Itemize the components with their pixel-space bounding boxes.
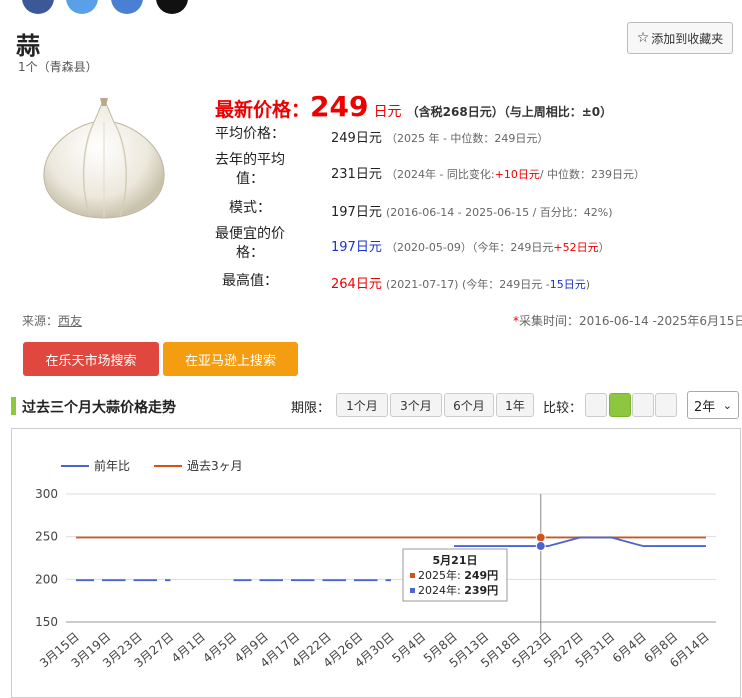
avg-note: （2025 年 - 中位数：249日元） xyxy=(385,132,549,145)
latest-price-tax: （含税268日元） xyxy=(406,105,504,119)
x-tick-label: 4月1日 xyxy=(169,630,208,666)
x-icon[interactable] xyxy=(156,0,188,14)
compare-option-1[interactable] xyxy=(585,393,607,417)
mode-label: 模式： xyxy=(229,200,271,216)
tooltip-date: 5月21日 xyxy=(433,554,478,567)
period-1y-button[interactable]: 1年 xyxy=(496,393,534,417)
avg-value: 249日元 （2025 年 - 中位数：249日元） xyxy=(331,127,548,146)
star-icon: ☆ xyxy=(636,30,650,46)
latest-price-label: 最新价格： xyxy=(215,99,311,121)
min-value-text: 197日元 xyxy=(331,240,382,255)
latest-price: 最新价格：249 日元 （含税268日元）（与上周相比：±0） xyxy=(215,90,612,123)
last-year-label: 去年的平均值： xyxy=(215,152,285,187)
mode-value-text: 197日元 xyxy=(331,205,382,220)
x-tick-label: 4月5日 xyxy=(200,630,239,666)
min-delta: +52日元 xyxy=(553,241,599,254)
x-tick-label: 6月4日 xyxy=(610,630,649,666)
y-tick-label: 200 xyxy=(35,572,58,586)
tooltip-swatch-2024 xyxy=(410,588,415,593)
avg-label: 平均价格： xyxy=(215,126,285,142)
last-year-note-a: （2024年 - 同比变化: xyxy=(385,168,495,181)
max-note-b: ) xyxy=(585,278,591,291)
last-year-note-b: / 中位数：239日元） xyxy=(539,168,646,181)
hover-point-2024 xyxy=(535,541,546,552)
rakuten-search-button[interactable]: 在乐天市场搜索 xyxy=(23,342,159,376)
amazon-search-button[interactable]: 在亚马逊上搜索 xyxy=(163,342,298,376)
series-segment-prev-year xyxy=(548,536,581,547)
y-tick-label: 300 xyxy=(35,487,58,501)
y-tick-label: 250 xyxy=(35,530,58,544)
avg-value-text: 249日元 xyxy=(331,131,382,146)
hover-point-2025 xyxy=(535,532,546,543)
latest-price-week: （与上周相比：±0） xyxy=(503,105,613,119)
tooltip-value-2025: 249円 xyxy=(464,569,498,582)
y-tick-label: 150 xyxy=(35,615,58,629)
tooltip-line-2024: 2024年: 239円 xyxy=(418,583,498,597)
tooltip-value-2024: 239円 xyxy=(464,584,498,597)
x-tick-label: 5月4日 xyxy=(389,630,428,666)
year-select[interactable]: 2年 ⌄ xyxy=(687,391,739,419)
add-favorite-button[interactable]: ☆ 添加到收藏夹 xyxy=(627,22,733,54)
min-label: 最便宜的价格： xyxy=(215,226,285,261)
last-year-change: +10日元 xyxy=(494,168,540,181)
source: 来源：西友 xyxy=(22,312,82,329)
legend-label: 前年比 xyxy=(94,458,130,473)
min-note-a: （2020-05-09）（今年：249日元 xyxy=(385,241,554,254)
source-link[interactable]: 西友 xyxy=(58,314,82,328)
compare-option-4[interactable] xyxy=(655,393,677,417)
chevron-down-icon: ⌄ xyxy=(722,398,732,412)
max-value-text: 264日元 xyxy=(331,277,382,292)
section-title: 过去三个月大蒜价格走势 xyxy=(22,400,176,416)
period-6m-button[interactable]: 6个月 xyxy=(444,393,494,417)
latest-price-value: 249 xyxy=(310,90,369,123)
series-segment-prev-year xyxy=(611,536,644,547)
source-label: 来源： xyxy=(22,314,59,328)
tooltip-line-2025: 2025年: 249円 xyxy=(418,568,498,582)
twitter-icon[interactable] xyxy=(66,0,98,14)
compare-option-2[interactable] xyxy=(609,393,631,417)
page-title: 蒜 xyxy=(16,32,40,60)
period-1m-button[interactable]: 1个月 xyxy=(336,393,388,417)
collect-time: *采集时间：2016-06-14 -2025年6月15日 xyxy=(513,312,742,329)
min-value: 197日元 （2020-05-09）（今年：249日元+52日元） xyxy=(331,236,610,255)
min-note-b: ） xyxy=(598,241,610,254)
facebook-icon[interactable] xyxy=(22,0,54,14)
section-accent-bar xyxy=(11,397,16,415)
legend-label: 過去3ヶ月 xyxy=(187,459,243,473)
mode-note: (2016-06-14 - 2025-06-15 / 百分比：42%) xyxy=(385,206,613,219)
compare-option-3[interactable] xyxy=(632,393,654,417)
last-year-value: 231日元 （2024年 - 同比变化:+10日元/ 中位数：239日元） xyxy=(331,163,645,182)
price-chart: 前年比 過去3ヶ月 150200250300 3月15日3月19日3月23日3月2… xyxy=(35,458,716,670)
max-value: 264日元 (2021-07-17) (今年：249日元 -15日元) xyxy=(331,273,590,292)
max-label: 最高值： xyxy=(222,273,278,289)
collect-text: 采集时间：2016-06-14 -2025年6月15日 xyxy=(519,314,742,328)
mode-value: 197日元 (2016-06-14 - 2025-06-15 / 百分比：42%… xyxy=(331,201,613,220)
period-3m-button[interactable]: 3个月 xyxy=(390,393,442,417)
max-delta: 15日元 xyxy=(549,278,586,291)
last-year-value-text: 231日元 xyxy=(331,167,382,182)
garlic-image xyxy=(43,98,165,219)
compare-label: 比较： xyxy=(543,401,583,416)
product-subtitle: 1个（青森县） xyxy=(18,60,98,74)
latest-price-unit: 日元 xyxy=(373,104,402,120)
add-favorite-label: 添加到收藏夹 xyxy=(651,31,724,46)
max-note-a: (2021-07-17) (今年：249日元 - xyxy=(385,278,550,291)
share-icon[interactable] xyxy=(111,0,143,14)
year-select-value: 2年 xyxy=(694,399,716,415)
tooltip-swatch-2025 xyxy=(410,573,415,578)
period-label: 期限： xyxy=(291,401,331,416)
